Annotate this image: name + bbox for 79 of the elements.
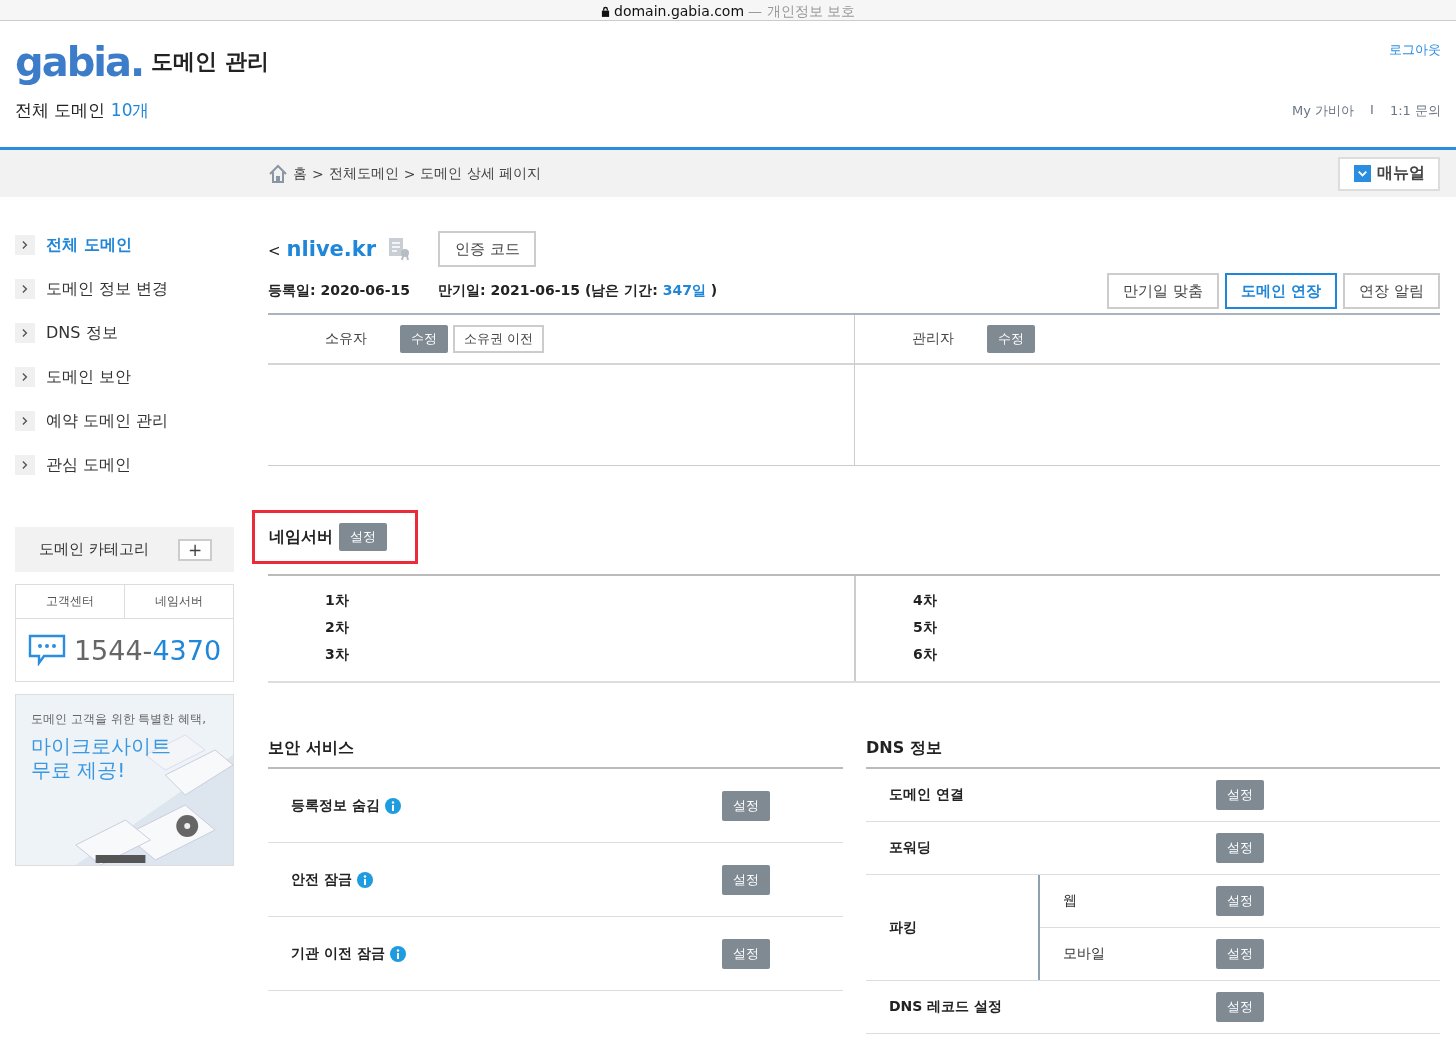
address-text: domain.gabia.com — 개인정보 보호 <box>601 3 855 20</box>
chevron-icon <box>21 240 29 250</box>
expiry-date: 만기일: 2021-06-15 (남은 기간: 347일 ) <box>438 282 718 300</box>
service-label: 등록정보 숨김 <box>291 796 380 815</box>
sidebar-item[interactable]: 전체 도메인 <box>15 223 234 267</box>
sidebar-item[interactable]: DNS 정보 <box>15 311 234 355</box>
dns-label: 모바일 <box>1063 945 1105 963</box>
contact-label: 관리자 <box>912 330 954 348</box>
sidebar-item[interactable]: 예약 도메인 관리 <box>15 399 234 443</box>
dropdown-icon <box>1353 165 1371 182</box>
lock-icon <box>601 6 610 17</box>
dns-label: 파킹 <box>888 918 918 937</box>
dns-label: 웹 <box>1063 892 1077 910</box>
nameserver-label: 3차 <box>325 645 350 664</box>
contact-button[interactable]: 수정 <box>400 325 448 353</box>
banner-headline[interactable]: 마이크로사이트 무료 제공! <box>31 734 233 782</box>
action-button[interactable]: 연장 알림 <box>1343 273 1440 309</box>
link-separator: I <box>1370 101 1374 119</box>
settings-button[interactable]: 설정 <box>339 523 387 551</box>
sidebar-item[interactable]: 관심 도메인 <box>15 443 234 487</box>
dns-label: DNS 레코드 설정 <box>889 998 1004 1016</box>
action-button[interactable]: 만기일 맞춤 <box>1107 273 1219 309</box>
section-title: DNS 정보 <box>866 737 942 759</box>
contact-button[interactable]: 소유권 이전 <box>453 325 545 353</box>
settings-button[interactable]: 설정 <box>1216 833 1264 863</box>
settings-button[interactable]: 설정 <box>722 790 770 821</box>
banner-caption: 도메인 고객을 위한 특별한 혜택, <box>31 711 208 728</box>
sidebar-item[interactable]: 도메인 보안 <box>15 355 234 399</box>
chevron-icon <box>21 372 29 382</box>
category-label: 도메인 카테고리 <box>39 540 149 559</box>
breadcrumb-link[interactable]: 전체도메인 <box>328 164 399 183</box>
service-label: 기관 이전 잠금 <box>291 944 385 963</box>
back-link[interactable]: < <box>268 242 281 260</box>
phone-number: 1544-4370 <box>73 634 222 666</box>
nameserver-label: 4차 <box>913 591 938 610</box>
certificate-icon[interactable] <box>388 237 411 261</box>
chevron-icon <box>21 328 29 338</box>
domain-count: 전체 도메인 10개 <box>15 99 150 122</box>
logout-link[interactable]: 로그아웃 <box>1389 41 1441 59</box>
chat-icon <box>27 634 66 666</box>
breadcrumb-separator: > <box>403 165 416 182</box>
info-icon[interactable] <box>389 945 406 962</box>
breadcrumb-link[interactable]: 홈 <box>293 164 307 183</box>
service-label: 안전 잠금 <box>291 870 352 889</box>
home-icon[interactable] <box>268 163 288 184</box>
nameserver-label: 5차 <box>913 618 938 637</box>
action-button[interactable]: 도메인 연장 <box>1225 273 1338 309</box>
dns-label: 도메인 연결 <box>889 786 965 804</box>
chevron-icon <box>21 416 29 426</box>
chevron-icon <box>21 460 29 470</box>
settings-button[interactable]: 설정 <box>1216 992 1264 1022</box>
manual-button[interactable]: 매뉴얼 <box>1338 156 1440 191</box>
breadcrumb-separator: > <box>312 165 324 182</box>
settings-button[interactable]: 설정 <box>722 864 770 895</box>
info-icon[interactable] <box>356 871 373 888</box>
nameserver-label: 2차 <box>325 618 350 637</box>
registration-date: 등록일: 2020-06-15 <box>268 282 411 300</box>
settings-button[interactable]: 설정 <box>1216 939 1264 969</box>
chevron-icon <box>21 284 29 294</box>
nameserver-label: 6차 <box>913 645 938 664</box>
settings-button[interactable]: 설정 <box>1216 780 1264 810</box>
dns-label: 포워딩 <box>889 839 932 857</box>
add-button[interactable]: + <box>178 538 212 561</box>
section-title: 보안 서비스 <box>268 737 354 759</box>
section-title: 네임서버 <box>269 526 333 548</box>
sidebar-item[interactable]: 도메인 정보 변경 <box>15 267 234 311</box>
contact-label: 소유자 <box>325 330 367 348</box>
header-link[interactable]: My 가비아 <box>1292 101 1355 120</box>
contact-button[interactable]: 수정 <box>987 325 1035 353</box>
settings-button[interactable]: 설정 <box>1216 886 1264 916</box>
logo[interactable]: gabia. <box>15 39 144 85</box>
settings-button[interactable]: 설정 <box>722 938 770 969</box>
domain-name: nlive.kr <box>286 237 377 261</box>
auth-code-button[interactable]: 인증 코드 <box>438 231 537 267</box>
breadcrumb-link[interactable]: 도메인 상세 페이지 <box>420 164 542 183</box>
page-title: 도메인 관리 <box>151 48 269 76</box>
info-icon[interactable] <box>384 797 401 814</box>
header-link[interactable]: 1:1 문의 <box>1389 101 1441 120</box>
nameserver-label: 1차 <box>325 591 350 610</box>
